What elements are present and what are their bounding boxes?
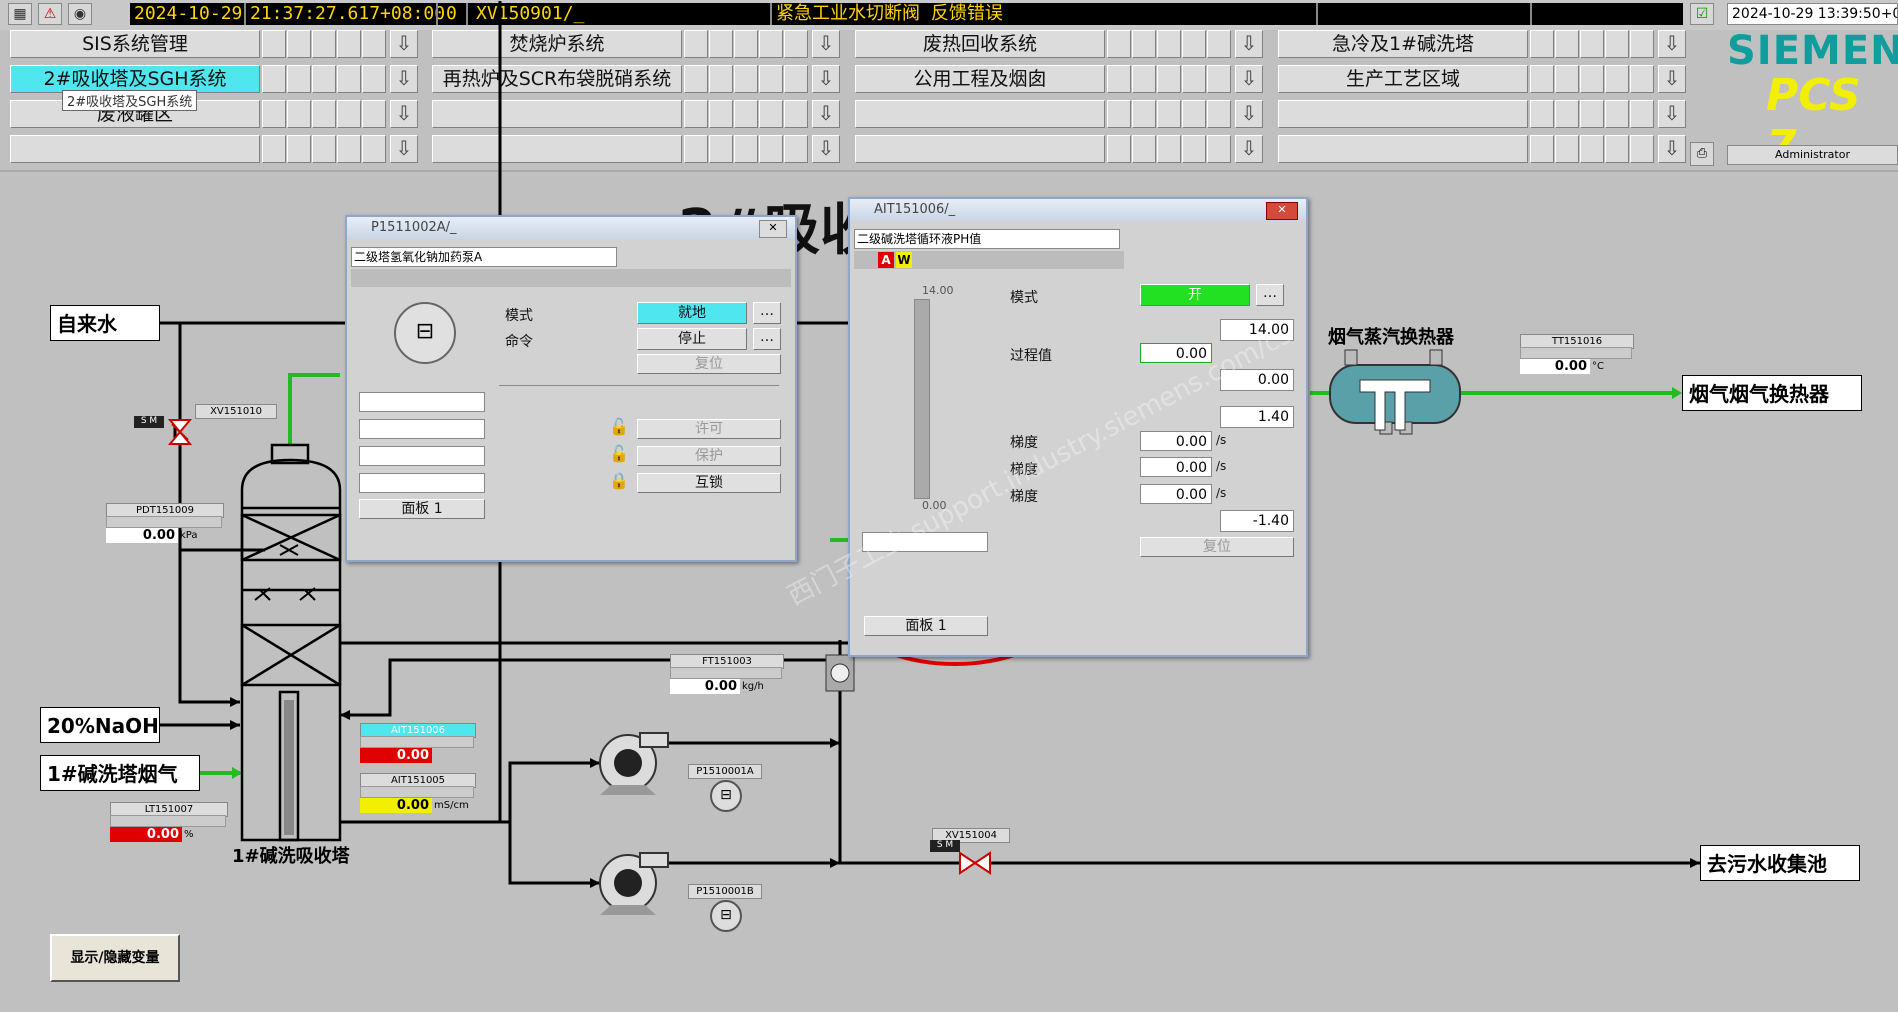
pdt151009-value: 0.00 [106,528,178,543]
permit-button[interactable]: 许可 [637,419,781,439]
naoh-inlet-tag: 20%NaOH [40,707,160,743]
valve-mode-badge: S M [134,416,164,428]
faceplate-title: P1511002A/_ [347,217,795,239]
gas-hx-outlet-label: 烟气烟气换热器 [1689,382,1829,406]
alarm-a-badge: A [878,252,894,268]
pdt151009-bar [106,516,222,528]
fluegas-inlet-tag: 1#碱洗塔烟气 [40,755,200,791]
ft151003-value: 0.00 [670,679,740,694]
empty-field [359,446,485,466]
faceplate-toolbar [351,269,791,287]
valve-mode-badge: S M [930,840,960,852]
reset-button[interactable]: 复位 [1140,537,1294,557]
command-more-button[interactable]: … [753,328,781,350]
divider [499,385,779,386]
xv151010-tag[interactable]: XV151010 [195,404,277,419]
p1510001b-tag[interactable]: P1510001B [688,884,762,899]
command-label: 命令 [505,334,533,350]
motor-symbol-icon: ⊟ [394,302,456,364]
unlock-icon: 🔓 [609,444,629,463]
mode-more-button[interactable]: … [753,302,781,324]
gradient-field: 0.00 [1140,484,1212,504]
faceplate-desc: 二级碱洗塔循环液PH值 [854,229,1120,249]
mode-more-button[interactable]: … [1256,284,1284,306]
empty-field [359,419,485,439]
sewage-outlet-label: 去污水收集池 [1707,852,1827,876]
p1510001a-tag[interactable]: P1510001A [688,764,762,779]
mode-button[interactable]: 就地 [637,302,747,324]
ft151003-unit: kg/h [742,681,764,692]
naoh-inlet-label: 20%NaOH [47,714,159,738]
lt151007-bar [110,815,226,827]
sewage-outlet-tag: 去污水收集池 [1700,845,1860,881]
mode-label: 模式 [505,308,533,324]
faceplate-toolbar [854,251,1124,269]
tower-label: 1#碱洗吸收塔 [232,846,350,867]
gradient-field: 0.00 [1140,431,1212,451]
close-icon[interactable]: ✕ [1266,202,1298,220]
low-limit-field[interactable]: -1.40 [1220,510,1294,532]
p1510001a-motor-icon[interactable]: ⊟ [710,780,742,812]
ait151006-value: 0.00 [360,748,432,763]
tt151016-bar [1520,347,1632,359]
protect-button[interactable]: 保护 [637,446,781,466]
heat-exchanger-label: 烟气蒸汽换热器 [1328,327,1454,348]
ft151003-bar [670,667,782,679]
unlock-icon: 🔓 [609,417,629,436]
p1510001b-motor-icon[interactable]: ⊟ [710,900,742,932]
ait151005-bar [360,786,474,798]
tt151016-unit: °C [1592,361,1604,372]
alarm-w-badge: W [896,252,912,268]
mode-button[interactable]: 开 [1140,284,1250,306]
reset-button[interactable]: 复位 [637,354,781,374]
tt151016-value: 0.00 [1520,359,1590,374]
lt151007-value: 0.00 [110,827,182,842]
gradient-unit: /s [1216,459,1227,473]
panel-button[interactable]: 面板 1 [864,616,988,636]
ait151005-value: 0.00 [360,798,432,813]
faceplate-title: AIT151006/_ [850,199,1306,221]
gradient-unit: /s [1216,486,1227,500]
gradient-unit: /s [1216,433,1227,447]
tooltip: 2#吸收塔及SGH系统 [62,90,198,111]
lt151007-unit: % [184,829,194,840]
gradient-limit-field[interactable]: 1.40 [1220,406,1294,428]
command-button[interactable]: 停止 [637,328,747,350]
gas-hx-outlet-tag: 烟气烟气换热器 [1682,375,1862,411]
scale-high: 14.00 [922,284,954,297]
empty-field [359,473,485,493]
mode-label: 模式 [1010,290,1038,306]
empty-field [359,392,485,412]
faceplate-desc: 二级塔氢氧化钠加药泵A [351,247,617,267]
pdt151009-unit: kPa [180,530,198,541]
ait151005-unit: mS/cm [434,800,469,811]
show-hide-variables-button[interactable]: 显示/隐藏变量 [50,934,180,982]
interlock-button[interactable]: 互锁 [637,473,781,493]
water-inlet-label: 自来水 [57,312,117,336]
ait151006-bar [360,736,474,748]
lock-icon: 🔒 [609,471,629,490]
fluegas-inlet-label: 1#碱洗塔烟气 [47,762,178,786]
panel-button[interactable]: 面板 1 [359,499,485,519]
water-inlet-tag: 自来水 [50,305,160,341]
bar-graph [914,299,930,499]
process-value-label: 过程值 [1010,348,1052,364]
faceplate-p1511002a: P1511002A/_ ✕ 二级塔氢氧化钠加药泵A ⊟ 模式 命令 就地 … 停… [345,215,797,562]
close-icon[interactable]: ✕ [759,220,787,238]
gradient-field: 0.00 [1140,457,1212,477]
